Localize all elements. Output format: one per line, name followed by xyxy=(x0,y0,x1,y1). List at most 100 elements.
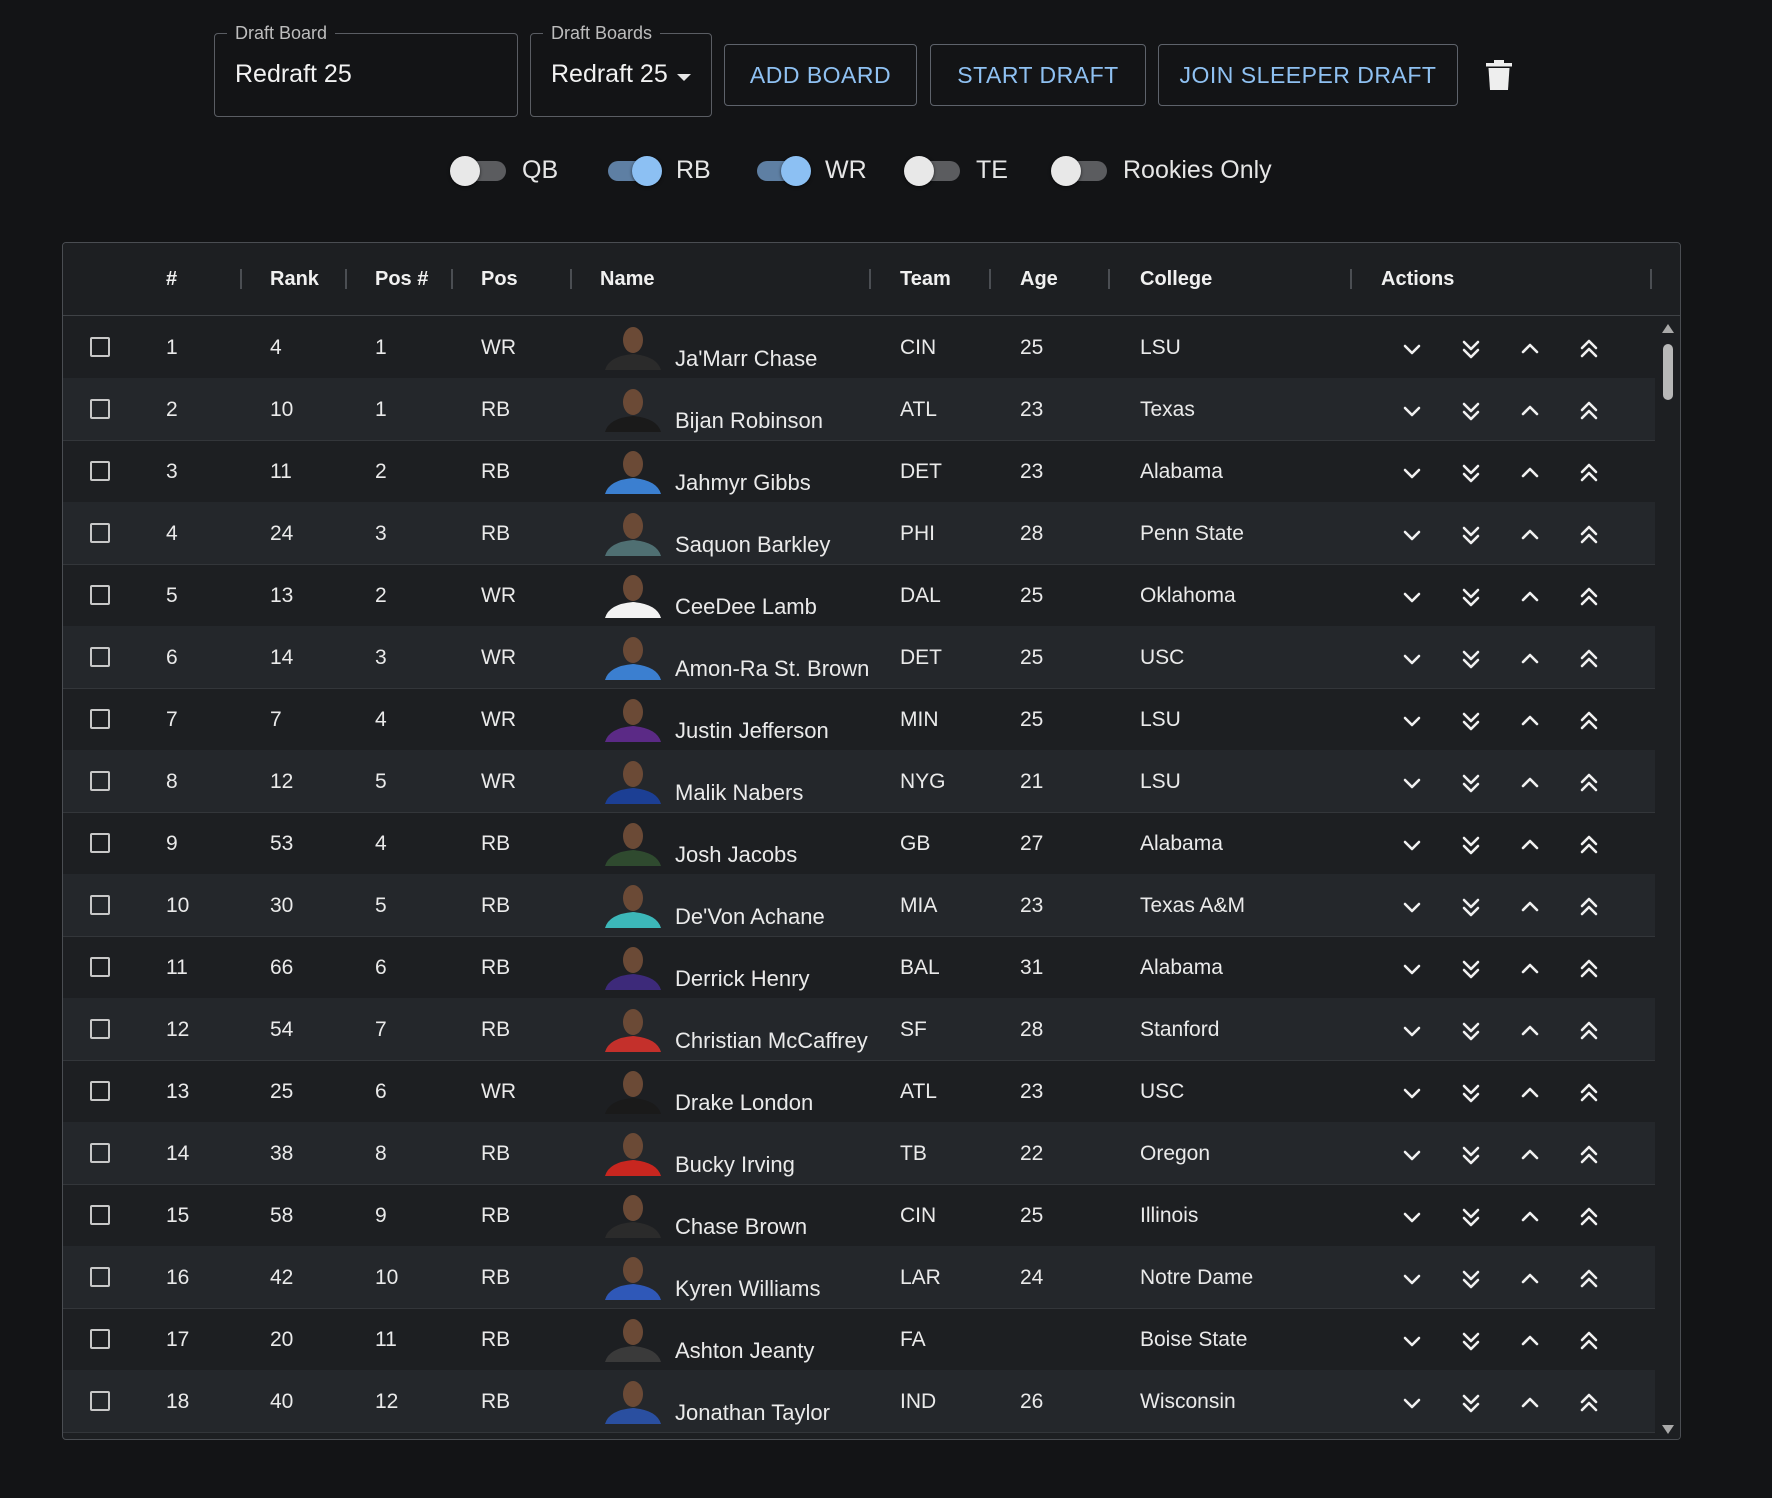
double-chevron-up-icon[interactable] xyxy=(1576,522,1602,548)
double-chevron-up-icon[interactable] xyxy=(1576,398,1602,424)
row-select-checkbox[interactable] xyxy=(90,895,110,915)
column-header-rank[interactable]: Rank xyxy=(270,268,319,291)
chevron-up-icon[interactable] xyxy=(1517,460,1543,486)
chevron-up-icon[interactable] xyxy=(1517,522,1543,548)
row-select-checkbox[interactable] xyxy=(90,399,110,419)
double-chevron-up-icon[interactable] xyxy=(1576,770,1602,796)
column-separator[interactable] xyxy=(345,269,347,289)
column-separator[interactable] xyxy=(1650,269,1652,289)
double-chevron-down-icon[interactable] xyxy=(1458,956,1484,982)
chevron-down-icon[interactable] xyxy=(1399,646,1425,672)
column-header-pos-number[interactable]: Pos # xyxy=(375,268,428,291)
column-separator[interactable] xyxy=(989,269,991,289)
row-select-checkbox[interactable] xyxy=(90,1143,110,1163)
table-row[interactable]: 11 66 6 RB BAL 31 Alabama Derrick Henry xyxy=(63,936,1655,999)
row-select-checkbox[interactable] xyxy=(90,1329,110,1349)
chevron-down-icon[interactable] xyxy=(1399,522,1425,548)
column-separator[interactable] xyxy=(240,269,242,289)
table-row[interactable]: 4 24 3 RB PHI 28 Penn State Saquon Barkley xyxy=(63,502,1655,565)
table-row[interactable]: 16 42 10 RB LAR 24 Notre Dame Kyren Williams xyxy=(63,1246,1655,1309)
double-chevron-down-icon[interactable] xyxy=(1458,894,1484,920)
double-chevron-up-icon[interactable] xyxy=(1576,708,1602,734)
double-chevron-up-icon[interactable] xyxy=(1576,894,1602,920)
row-select-checkbox[interactable] xyxy=(90,585,110,605)
double-chevron-up-icon[interactable] xyxy=(1576,460,1602,486)
column-header-number[interactable]: # xyxy=(166,268,177,291)
chevron-up-icon[interactable] xyxy=(1517,956,1543,982)
row-select-checkbox[interactable] xyxy=(90,1081,110,1101)
double-chevron-down-icon[interactable] xyxy=(1458,336,1484,362)
table-row[interactable]: 6 14 3 WR DET 25 USC Amon-Ra St. Brown xyxy=(63,626,1655,689)
table-row[interactable]: 3 11 2 RB DET 23 Alabama Jahmyr Gibbs xyxy=(63,440,1655,503)
row-select-checkbox[interactable] xyxy=(90,957,110,977)
double-chevron-up-icon[interactable] xyxy=(1576,956,1602,982)
table-row[interactable]: 2 10 1 RB ATL 23 Texas Bijan Robinson xyxy=(63,378,1655,441)
chevron-up-icon[interactable] xyxy=(1517,1204,1543,1230)
chevron-up-icon[interactable] xyxy=(1517,708,1543,734)
column-separator[interactable] xyxy=(1108,269,1110,289)
table-row[interactable]: 17 20 11 RB FA Boise State Ashton Jeanty xyxy=(63,1308,1655,1371)
table-row[interactable]: 18 40 12 RB IND 26 Wisconsin Jonathan Taylor xyxy=(63,1370,1655,1433)
chevron-down-icon[interactable] xyxy=(1399,1204,1425,1230)
column-header-college[interactable]: College xyxy=(1140,268,1212,291)
column-header-pos[interactable]: Pos xyxy=(481,268,518,291)
chevron-up-icon[interactable] xyxy=(1517,894,1543,920)
draft-board-name-value[interactable]: Redraft 25 xyxy=(235,60,352,89)
chevron-down-icon[interactable] xyxy=(1399,956,1425,982)
chevron-down-icon[interactable] xyxy=(1399,1266,1425,1292)
join-sleeper-draft-button[interactable]: JOIN SLEEPER DRAFT xyxy=(1158,44,1458,106)
double-chevron-up-icon[interactable] xyxy=(1576,646,1602,672)
chevron-down-icon[interactable] xyxy=(1399,398,1425,424)
double-chevron-up-icon[interactable] xyxy=(1576,832,1602,858)
row-select-checkbox[interactable] xyxy=(90,833,110,853)
row-select-checkbox[interactable] xyxy=(90,337,110,357)
double-chevron-up-icon[interactable] xyxy=(1576,1390,1602,1416)
draft-board-name-field[interactable]: Draft Board Redraft 25 xyxy=(214,23,518,117)
double-chevron-up-icon[interactable] xyxy=(1576,1266,1602,1292)
chevron-down-icon[interactable] xyxy=(1399,1080,1425,1106)
add-board-button[interactable]: ADD BOARD xyxy=(724,44,917,106)
double-chevron-down-icon[interactable] xyxy=(1458,1266,1484,1292)
double-chevron-up-icon[interactable] xyxy=(1576,336,1602,362)
double-chevron-up-icon[interactable] xyxy=(1576,1328,1602,1354)
column-separator[interactable] xyxy=(451,269,453,289)
table-row[interactable]: 10 30 5 RB MIA 23 Texas A&M De'Von Achane xyxy=(63,874,1655,937)
row-select-checkbox[interactable] xyxy=(90,709,110,729)
scrollbar-thumb[interactable] xyxy=(1663,344,1673,400)
chevron-down-icon[interactable] xyxy=(1399,1328,1425,1354)
chevron-down-icon[interactable] xyxy=(1399,708,1425,734)
row-select-checkbox[interactable] xyxy=(90,461,110,481)
chevron-up-icon[interactable] xyxy=(1517,336,1543,362)
chevron-down-icon[interactable] xyxy=(1399,1390,1425,1416)
double-chevron-up-icon[interactable] xyxy=(1576,584,1602,610)
table-row[interactable]: 9 53 4 RB GB 27 Alabama Josh Jacobs xyxy=(63,812,1655,875)
column-header-name[interactable]: Name xyxy=(600,268,654,291)
double-chevron-down-icon[interactable] xyxy=(1458,584,1484,610)
column-separator[interactable] xyxy=(869,269,871,289)
double-chevron-down-icon[interactable] xyxy=(1458,646,1484,672)
row-select-checkbox[interactable] xyxy=(90,771,110,791)
chevron-down-icon[interactable] xyxy=(1399,894,1425,920)
double-chevron-down-icon[interactable] xyxy=(1458,1328,1484,1354)
scroll-down-arrow-icon[interactable] xyxy=(1662,1425,1674,1434)
double-chevron-down-icon[interactable] xyxy=(1458,1080,1484,1106)
row-select-checkbox[interactable] xyxy=(90,647,110,667)
double-chevron-down-icon[interactable] xyxy=(1458,832,1484,858)
row-select-checkbox[interactable] xyxy=(90,1019,110,1039)
double-chevron-down-icon[interactable] xyxy=(1458,770,1484,796)
chevron-up-icon[interactable] xyxy=(1517,398,1543,424)
column-separator[interactable] xyxy=(570,269,572,289)
draft-boards-select[interactable]: Draft Boards Redraft 25 xyxy=(530,23,712,117)
chevron-up-icon[interactable] xyxy=(1517,1018,1543,1044)
chevron-up-icon[interactable] xyxy=(1517,584,1543,610)
chevron-up-icon[interactable] xyxy=(1517,1328,1543,1354)
chevron-up-icon[interactable] xyxy=(1517,1390,1543,1416)
double-chevron-down-icon[interactable] xyxy=(1458,398,1484,424)
table-scrollbar[interactable] xyxy=(1656,316,1680,1439)
chevron-down-icon[interactable] xyxy=(1399,336,1425,362)
chevron-down-icon[interactable] xyxy=(1399,1142,1425,1168)
double-chevron-down-icon[interactable] xyxy=(1458,1390,1484,1416)
chevron-up-icon[interactable] xyxy=(1517,646,1543,672)
table-row[interactable]: 1 4 1 WR CIN 25 LSU Ja'Marr Chase xyxy=(63,316,1655,379)
table-row[interactable]: 5 13 2 WR DAL 25 Oklahoma CeeDee Lamb xyxy=(63,564,1655,627)
